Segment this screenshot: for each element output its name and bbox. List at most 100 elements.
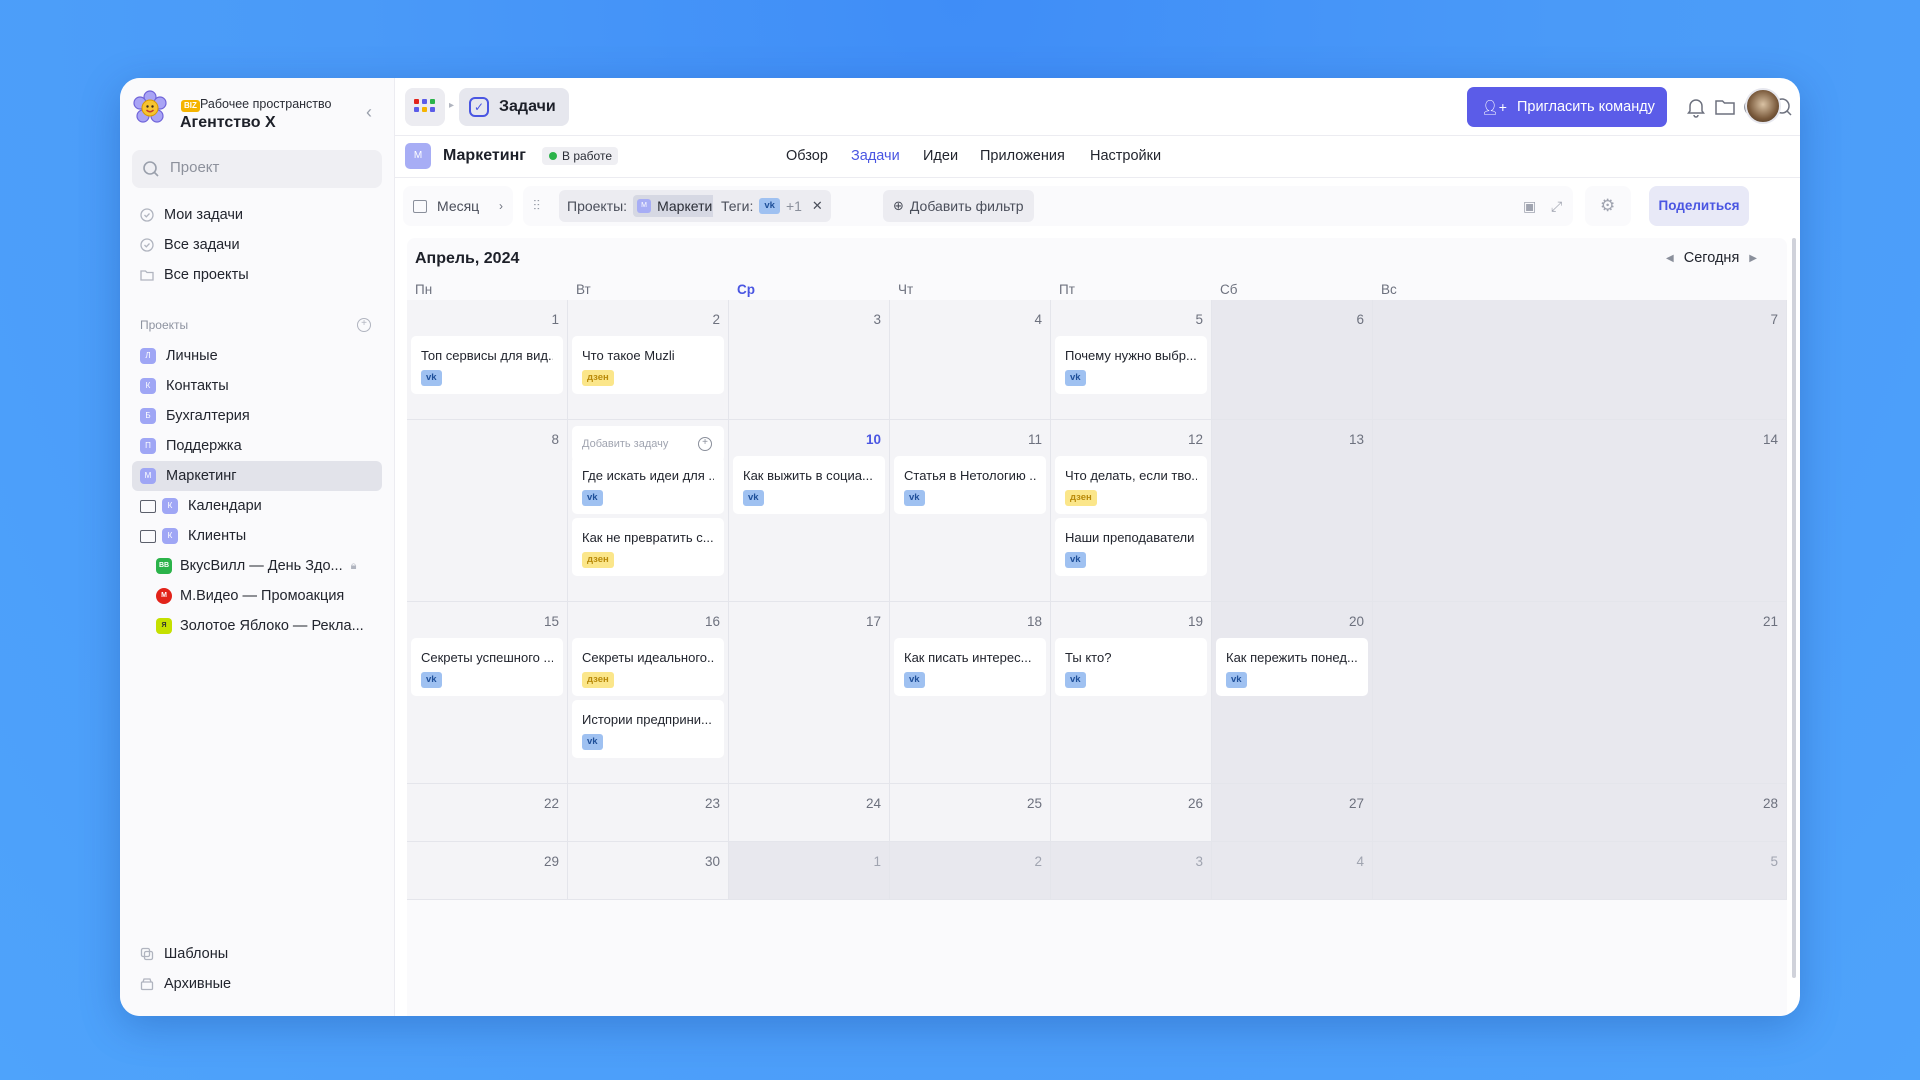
calendar-day-cell[interactable]: 24	[729, 784, 890, 842]
sidebar-item-marketing[interactable]: М Маркетинг	[132, 461, 382, 491]
sidebar-item-mvideo[interactable]: М М.Видео — Промоакция	[156, 582, 376, 610]
task-card[interactable]: Статья в Нетологию ... vk	[894, 456, 1046, 514]
task-card[interactable]: Как не превратить с... дзен	[572, 518, 724, 576]
add-project-icon[interactable]: +	[357, 318, 371, 332]
apps-grid-button[interactable]	[405, 88, 445, 126]
nav-all-tasks[interactable]: Все задачи	[132, 231, 382, 259]
calendar-day-cell[interactable]: 5	[1373, 842, 1787, 900]
calendar-day-cell[interactable]: 4	[1212, 842, 1373, 900]
task-card[interactable]: Что делать, если тво... дзен	[1055, 456, 1207, 514]
task-card[interactable]: Секреты успешного ... vk	[411, 638, 563, 696]
next-month-icon[interactable]: ▶	[1749, 253, 1757, 264]
calendar-day-cell[interactable]: 4	[890, 300, 1051, 420]
task-card[interactable]: Ты кто? vk	[1055, 638, 1207, 696]
calendar-day-cell[interactable]: 28	[1373, 784, 1787, 842]
add-filter-button[interactable]: ⊕ Добавить фильтр	[883, 190, 1034, 222]
today-button[interactable]: Сегодня	[1684, 250, 1740, 266]
folder-icon[interactable]	[1714, 96, 1736, 118]
calendar-day-cell[interactable]: 26	[1051, 784, 1212, 842]
filter-tags-chip[interactable]: Теги: vk +1 ✕	[713, 190, 831, 222]
calendar-day-cell[interactable]: 25	[890, 784, 1051, 842]
task-card[interactable]: Что такое Muzli дзен	[572, 336, 724, 394]
prev-month-icon[interactable]: ◀	[1666, 253, 1674, 264]
calendar-day-cell[interactable]: 18 Как писать интерес... vk	[890, 602, 1051, 784]
task-card[interactable]: Топ сервисы для вид... vk	[411, 336, 563, 394]
calendar-day-cell[interactable]: 8	[407, 420, 568, 602]
calendar-day-cell[interactable]: 23	[568, 784, 729, 842]
calendar-day-cell[interactable]: 15 Секреты успешного ... vk	[407, 602, 568, 784]
calendar-day-cell[interactable]: 22	[407, 784, 568, 842]
tab-ideas[interactable]: Идеи	[923, 148, 958, 164]
invite-team-button[interactable]: 👤︎+ Пригласить команду	[1467, 87, 1667, 127]
sidebar-item-zolotoe-yabloko[interactable]: Я Золотое Яблоко — Рекла...	[156, 612, 376, 640]
calendar-day-cell[interactable]: 27	[1212, 784, 1373, 842]
calendar-day-cell[interactable]: 11 Статья в Нетологию ... vk	[890, 420, 1051, 602]
calendar-scrollbar[interactable]	[1792, 238, 1796, 978]
calendar-day-cell[interactable]: 3	[729, 300, 890, 420]
calendar-day-cell[interactable]: 9Добавить задачу+Где искать идеи для ...…	[568, 420, 729, 602]
tag-vk: vk	[759, 198, 780, 214]
calendar-day-cell[interactable]: 2	[890, 842, 1051, 900]
share-button[interactable]: Поделиться	[1649, 186, 1749, 226]
sidebar-item-vkusvill[interactable]: ВВ ВкусВилл — День Здо... 🔒︎	[156, 552, 376, 580]
task-card[interactable]: Как пережить понед... vk	[1216, 638, 1368, 696]
calendar-day-cell[interactable]: 12 Что делать, если тво... дзен Наши препод…	[1051, 420, 1212, 602]
sidebar-item-klienty[interactable]: К Клиенты	[132, 521, 382, 551]
calendar-day-cell[interactable]: 29	[407, 842, 568, 900]
tab-settings[interactable]: Настройки	[1090, 148, 1161, 164]
remove-filter-icon[interactable]: ✕	[812, 198, 823, 214]
add-task-icon[interactable]: +	[698, 437, 712, 451]
task-card[interactable]: Почему нужно выбр... vk	[1055, 336, 1207, 394]
calendar-day-cell[interactable]: 3	[1051, 842, 1212, 900]
settings-button[interactable]: ⚙	[1585, 186, 1631, 226]
lock-icon: 🔒︎	[350, 559, 357, 572]
collapse-sidebar-icon[interactable]: ‹	[360, 103, 378, 122]
day-number: 2	[712, 312, 720, 327]
breadcrumb-tasks[interactable]: ✓ Задачи	[459, 88, 569, 126]
save-icon[interactable]: ▣	[1523, 198, 1536, 215]
calendar-day-cell[interactable]: 13	[1212, 420, 1373, 602]
nav-my-tasks[interactable]: Мои задачи	[132, 201, 382, 229]
tab-overview[interactable]: Обзор	[786, 148, 828, 164]
calendar-day-cell[interactable]: 19 Ты кто? vk	[1051, 602, 1212, 784]
calendar-day-cell[interactable]: 16 Секреты идеального... дзен Истории предп…	[568, 602, 729, 784]
sidebar-item-kontakty[interactable]: К Контакты	[132, 371, 382, 401]
status-badge[interactable]: В работе	[542, 147, 619, 165]
bell-icon[interactable]	[1685, 96, 1707, 118]
calendar-day-cell[interactable]: 2 Что такое Muzli дзен	[568, 300, 729, 420]
sidebar-item-lichnye[interactable]: Л Личные	[132, 341, 382, 371]
user-avatar[interactable]	[1745, 88, 1781, 124]
calendar-day-cell[interactable]: 14	[1373, 420, 1787, 602]
sidebar-item-podderzhka[interactable]: П Поддержка	[132, 431, 382, 461]
task-card[interactable]: Истории предприни... vk	[572, 700, 724, 758]
nav-all-projects[interactable]: Все проекты	[132, 261, 382, 289]
search-input[interactable]	[170, 159, 370, 176]
workspace-switcher[interactable]: BIZ Рабочее пространство Агентство X ‹	[132, 88, 382, 134]
calendar-day-cell[interactable]: 1 Топ сервисы для вид... vk	[407, 300, 568, 420]
calendar-day-cell[interactable]: 10 Как выжить в социа... vk	[729, 420, 890, 602]
calendar-day-cell[interactable]: 21	[1373, 602, 1787, 784]
tab-tasks[interactable]: Задачи	[851, 148, 900, 164]
calendar-day-cell[interactable]: 1	[729, 842, 890, 900]
calendar-day-cell[interactable]: 6	[1212, 300, 1373, 420]
fullscreen-icon[interactable]: ⤢	[1551, 198, 1562, 215]
sidebar-item-kalendari[interactable]: К Календари	[132, 491, 382, 521]
task-card[interactable]: Где искать идеи для ... vk	[572, 456, 724, 514]
tab-apps[interactable]: Приложения	[980, 148, 1065, 164]
task-card[interactable]: Как писать интерес... vk	[894, 638, 1046, 696]
sidebar-item-buhgalteriya[interactable]: Б Бухгалтерия	[132, 401, 382, 431]
calendar-day-cell[interactable]: 5 Почему нужно выбр... vk	[1051, 300, 1212, 420]
project-search[interactable]	[132, 150, 382, 188]
filter-sliders-icon[interactable]: ⫶⫶	[533, 197, 540, 214]
task-card[interactable]: Секреты идеального... дзен	[572, 638, 724, 696]
calendar-day-cell[interactable]: 20 Как пережить понед... vk	[1212, 602, 1373, 784]
calendar-day-cell[interactable]: 7	[1373, 300, 1787, 420]
view-selector[interactable]: Месяц ›	[403, 186, 513, 226]
calendar-day-cell[interactable]: 30	[568, 842, 729, 900]
nav-templates[interactable]: Шаблоны	[132, 940, 382, 968]
tag-vk: vk	[582, 734, 603, 750]
task-card[interactable]: Как выжить в социа... vk	[733, 456, 885, 514]
calendar-day-cell[interactable]: 17	[729, 602, 890, 784]
nav-archive[interactable]: Архивные	[132, 970, 382, 998]
task-card[interactable]: Наши преподаватели vk	[1055, 518, 1207, 576]
